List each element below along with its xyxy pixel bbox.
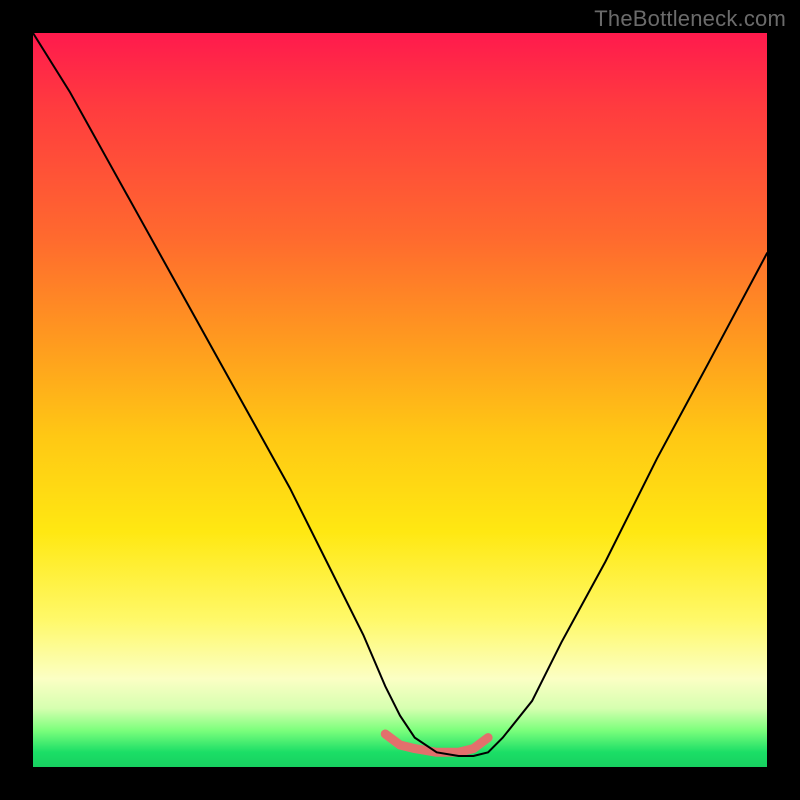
chart-svg [33, 33, 767, 767]
watermark-text: TheBottleneck.com [594, 6, 786, 32]
bottleneck-curve-line [33, 33, 767, 756]
valley-highlight-line [385, 734, 488, 752]
chart-plot-area [33, 33, 767, 767]
chart-frame: TheBottleneck.com [0, 0, 800, 800]
